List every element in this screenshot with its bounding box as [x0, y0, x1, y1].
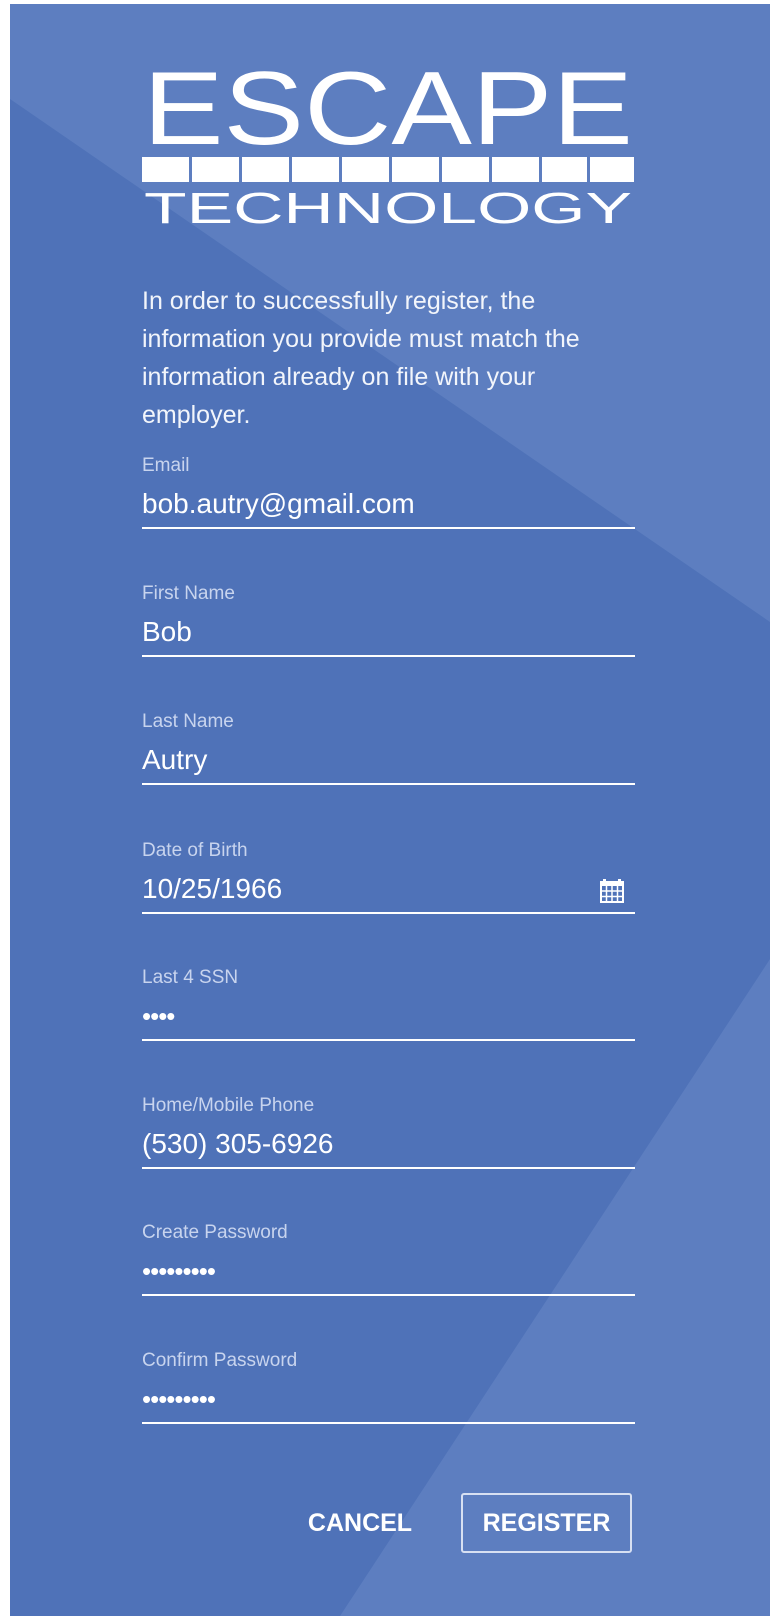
logo-segmented-bar	[142, 157, 634, 182]
password-label: Create Password	[142, 1222, 288, 1243]
email-input[interactable]	[142, 481, 635, 529]
ssn-input[interactable]	[142, 993, 635, 1041]
last-name-field: Last Name	[142, 711, 635, 801]
dob-field: Date of Birth	[142, 840, 635, 930]
logo-word-top: ESCAPE	[143, 60, 633, 167]
confirm-password-label: Confirm Password	[142, 1350, 298, 1371]
email-label: Email	[142, 455, 190, 476]
phone-label: Home/Mobile Phone	[142, 1095, 315, 1116]
first-name-label: First Name	[142, 583, 235, 604]
registration-screen: ESCAPE TECHNOLOGY In order to successful…	[0, 0, 780, 1616]
escape-technology-logo: ESCAPE TECHNOLOGY	[142, 60, 634, 228]
logo-word-bottom: TECHNOLOGY	[144, 184, 632, 228]
first-name-field: First Name	[142, 583, 635, 673]
cancel-button[interactable]: CANCEL	[296, 1493, 424, 1553]
register-button[interactable]: REGISTER	[461, 1493, 632, 1553]
intro-text: In order to successfully register, the i…	[142, 287, 580, 429]
dob-label: Date of Birth	[142, 840, 248, 861]
last-name-input[interactable]	[142, 737, 635, 785]
calendar-icon[interactable]	[599, 878, 625, 904]
password-input[interactable]	[142, 1248, 635, 1296]
first-name-input[interactable]	[142, 609, 635, 657]
last-name-label: Last Name	[142, 711, 234, 732]
confirm-password-input[interactable]	[142, 1376, 635, 1424]
ssn-field: Last 4 SSN	[142, 967, 635, 1057]
confirm-password-field: Confirm Password	[142, 1350, 635, 1440]
password-field: Create Password	[142, 1222, 635, 1312]
phone-input[interactable]	[142, 1121, 635, 1169]
ssn-label: Last 4 SSN	[142, 967, 239, 988]
email-field: Email	[142, 455, 635, 545]
dob-input[interactable]	[142, 866, 635, 914]
phone-field: Home/Mobile Phone	[142, 1095, 635, 1185]
